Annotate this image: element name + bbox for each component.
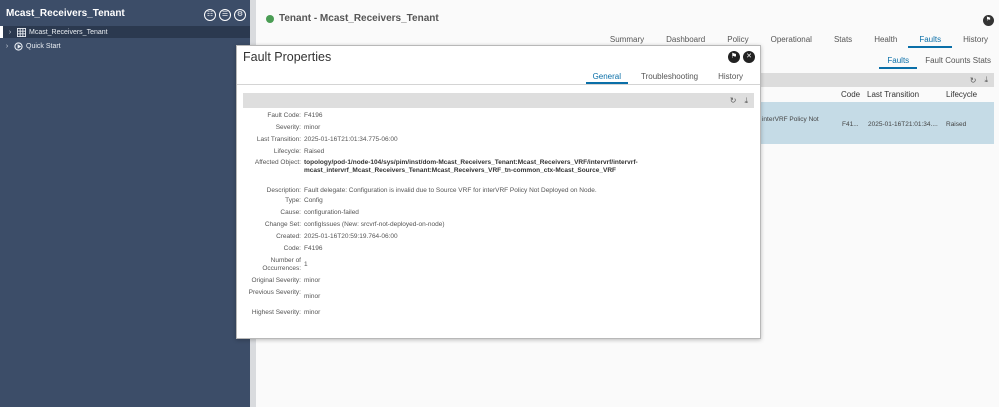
tab-stats[interactable]: Stats — [823, 34, 863, 48]
column-header-lifecycle[interactable]: Lifecycle — [946, 90, 977, 99]
property-value: Fault delegate: Configuration is invalid… — [304, 187, 597, 194]
tenant-header: Tenant - Mcast_Receivers_Tenant — [266, 13, 439, 24]
property-label: Lifecycle: — [273, 148, 301, 155]
tree-item-quick-start[interactable]: › Quick Start — [0, 40, 250, 52]
property-label: Fault Code: — [267, 112, 301, 119]
property-label: Severity: — [275, 124, 301, 131]
page-title: Tenant - Mcast_Receivers_Tenant — [279, 13, 439, 24]
column-header-last-transition[interactable]: Last Transition — [867, 90, 919, 99]
cell-last-transition: 2025-01-16T21:01:34.... — [868, 121, 938, 128]
property-label: Code: — [283, 245, 301, 252]
property-value: minor — [304, 309, 321, 316]
dialog-buttons: ⚑ ✕ — [728, 51, 755, 63]
property-value: Config — [304, 197, 323, 204]
cell-code: F41... — [842, 121, 859, 128]
property-value: configIssues (New: srcvrf-not-deployed-o… — [304, 221, 445, 228]
property-label: Created: — [276, 233, 301, 240]
tenant-grid-icon — [17, 27, 26, 37]
property-value: 2025-01-16T20:59:19.764-06:00 — [304, 233, 398, 240]
dialog-toolbar: ↻ ⤓ — [243, 93, 754, 108]
sidebar-header-icons: ☷ ☰ ⚙ — [204, 9, 246, 21]
download-icon[interactable]: ⤓ — [744, 96, 748, 106]
tenant-shield-icon — [266, 14, 274, 23]
cell-lifecycle: Raised — [946, 121, 967, 128]
sidebar-title: Mcast_Receivers_Tenant — [6, 8, 125, 19]
property-value: Raised — [304, 148, 325, 155]
property-value: configuration-failed — [304, 209, 359, 216]
bookmark-icon[interactable]: ⚑ — [728, 51, 740, 63]
property-value: 1 — [304, 261, 308, 268]
subtab-faults[interactable]: Faults — [879, 55, 918, 69]
tree-item-label: Mcast_Receivers_Tenant — [29, 28, 108, 36]
quick-start-icon — [14, 41, 23, 51]
property-value: minor — [304, 277, 321, 284]
tab-general[interactable]: General — [585, 71, 629, 84]
subtab-fault-counts-stats[interactable]: Fault Counts Stats — [917, 55, 999, 69]
property-label: Cause: — [280, 209, 301, 216]
fault-properties-dialog: Fault Properties ⚑ ✕ General Troubleshoo… — [236, 45, 761, 339]
property-label: Original Severity: — [251, 277, 302, 284]
tab-health[interactable]: Health — [863, 34, 908, 48]
property-value: F4196 — [304, 112, 323, 119]
tree-item-tenant[interactable]: › Mcast_Receivers_Tenant — [0, 26, 250, 38]
settings-icon[interactable]: ⚙ — [234, 9, 246, 21]
close-icon[interactable]: ✕ — [743, 51, 755, 63]
column-header-code[interactable]: Code — [841, 90, 860, 99]
chevron-right-icon[interactable]: › — [6, 29, 14, 36]
property-label: Change Set: — [264, 221, 301, 228]
dialog-title: Fault Properties — [243, 50, 332, 64]
dialog-tabs: General Troubleshooting History — [580, 71, 750, 84]
property-label: Number of Occurrences: — [262, 257, 301, 272]
property-label: Description: — [266, 187, 301, 194]
filter-icon[interactable]: ☷ — [204, 9, 216, 21]
refresh-icon[interactable]: ↻ — [730, 96, 737, 105]
sub-tabs: Faults Fault Counts Stats — [879, 55, 999, 69]
tab-operational[interactable]: Operational — [760, 34, 823, 48]
tab-faults[interactable]: Faults — [908, 34, 953, 48]
tab-troubleshooting[interactable]: Troubleshooting — [634, 71, 705, 84]
download-icon[interactable]: ⤓ — [984, 75, 988, 85]
chevron-right-icon[interactable]: › — [3, 43, 11, 50]
tab-history[interactable]: History — [711, 71, 750, 84]
refresh-icon[interactable]: ↻ — [970, 76, 977, 85]
property-value: topology/pod-1/node-104/sys/pim/inst/dom… — [304, 159, 638, 174]
list-icon[interactable]: ☰ — [219, 9, 231, 21]
property-value: minor — [304, 293, 321, 300]
property-label: Previous Severity: — [248, 289, 301, 296]
tree-item-label: Quick Start — [26, 42, 61, 50]
property-value: minor — [304, 124, 321, 131]
property-value: 2025-01-16T21:01:34.775-06:00 — [304, 136, 398, 143]
divider — [237, 84, 760, 85]
property-label: Type: — [285, 197, 301, 204]
bookmark-icon[interactable]: ⚑ — [983, 15, 994, 26]
property-label: Affected Object: — [254, 159, 301, 166]
tab-history[interactable]: History — [952, 34, 999, 48]
property-label: Highest Severity: — [251, 309, 301, 316]
sidebar: Mcast_Receivers_Tenant ☷ ☰ ⚙ › Mcast_Rec… — [0, 0, 250, 407]
property-label: Last Transition: — [256, 136, 301, 143]
property-value: F4196 — [304, 245, 323, 252]
cell-description: r interVRF Policy Not — [758, 116, 819, 123]
